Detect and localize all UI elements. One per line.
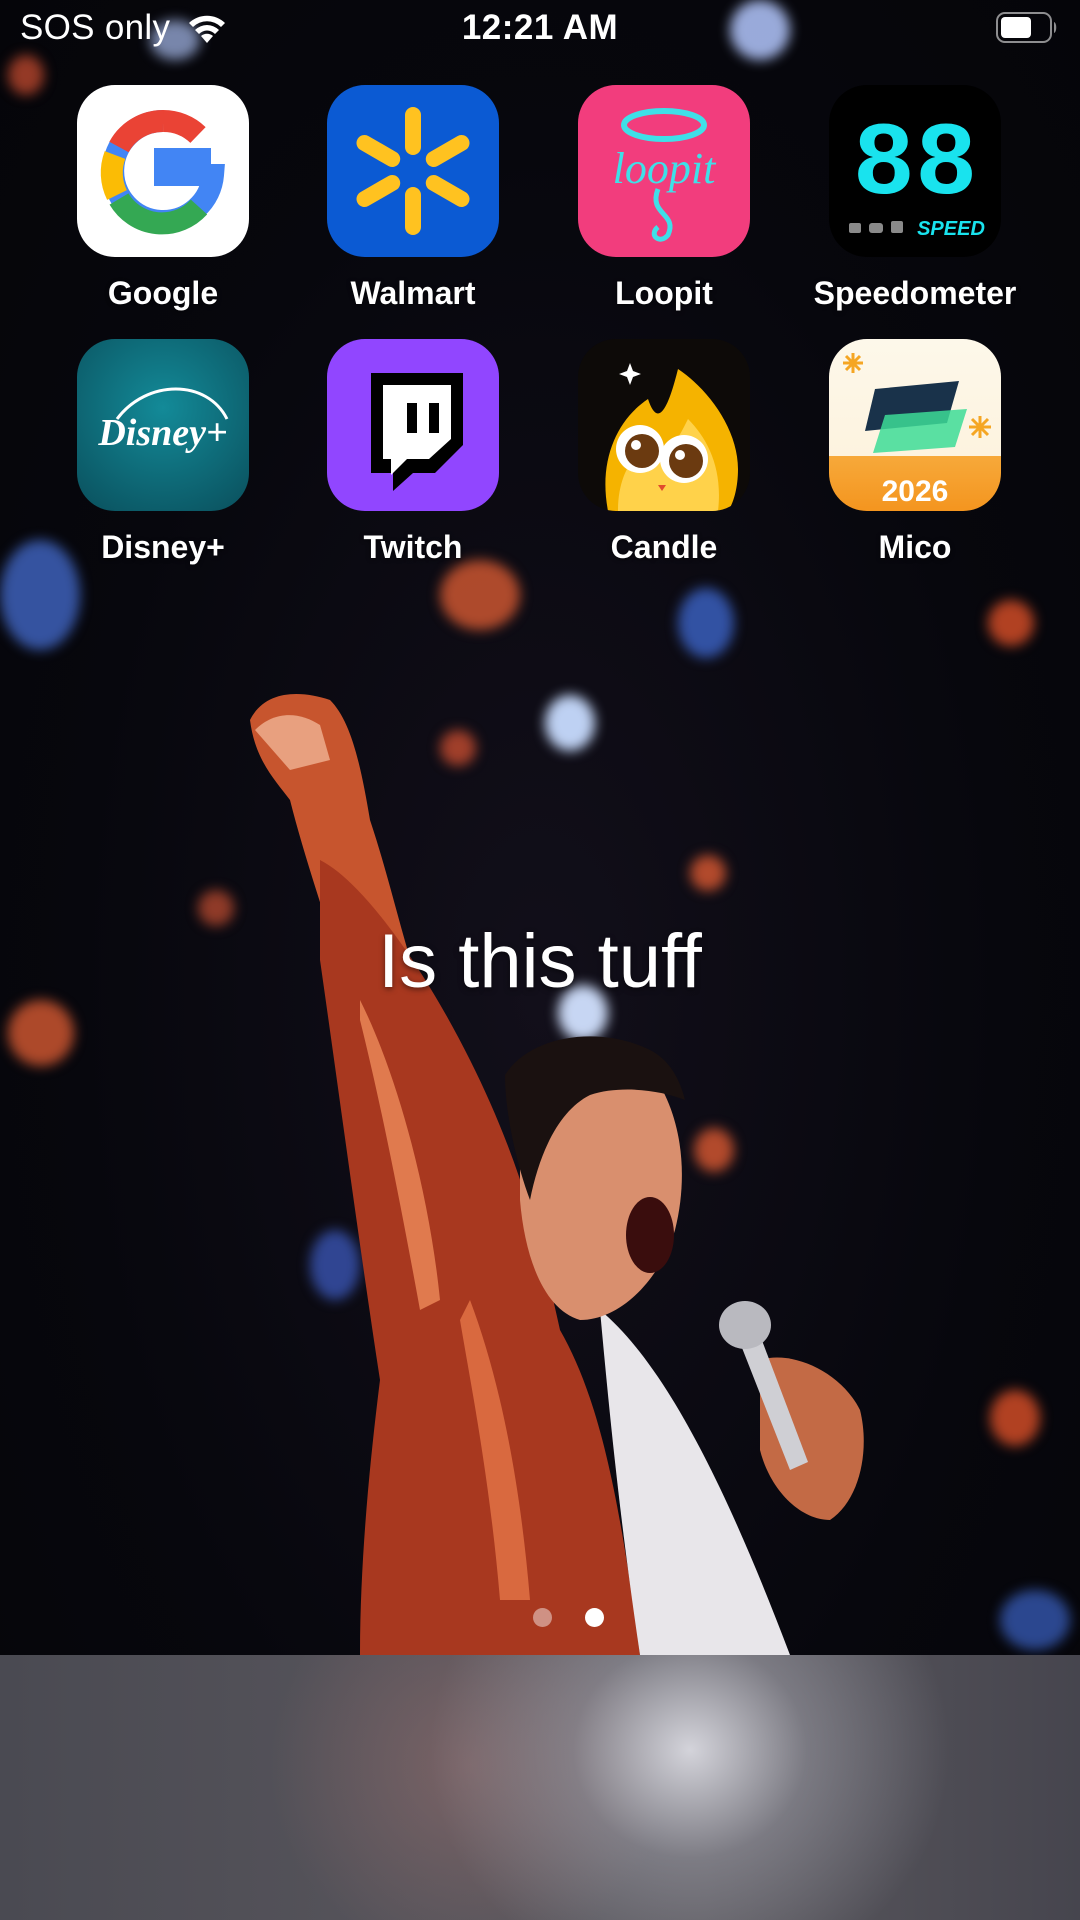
speedometer-icon[interactable]: 88 SPEED — [829, 85, 1001, 257]
dock — [0, 1655, 1080, 1920]
app-google[interactable]: Google — [38, 85, 288, 312]
app-disney-plus[interactable]: Disney+ Disney+ — [38, 339, 288, 566]
mico-icon[interactable]: 2026 — [829, 339, 1001, 511]
twitch-icon[interactable] — [327, 339, 499, 511]
page-indicator[interactable] — [0, 1608, 1080, 1628]
app-label: Twitch — [363, 529, 463, 565]
google-icon[interactable] — [77, 85, 249, 257]
wallpaper-caption: Is this tuff — [378, 919, 702, 1004]
app-twitch[interactable]: Twitch — [288, 339, 538, 566]
status-bar: SOS only 12:21 AM — [0, 0, 1080, 60]
app-speedometer[interactable]: 88 SPEED Speedometer — [790, 85, 1040, 312]
app-label: Speedometer — [813, 275, 1017, 311]
app-mico[interactable]: 2026 Mico — [790, 339, 1040, 566]
loopit-icon[interactable]: loopit — [578, 85, 750, 257]
clock: 12:21 AM — [461, 8, 619, 47]
app-label: Candle — [610, 529, 718, 565]
disney-wordmark: Disney+ — [97, 412, 227, 454]
loopit-wordmark: loopit — [613, 144, 717, 193]
app-label: Disney+ — [101, 529, 225, 565]
speed-digits: 88 — [853, 107, 978, 225]
disney-plus-icon[interactable]: Disney+ — [77, 339, 249, 511]
app-label: Loopit — [615, 275, 713, 311]
app-label: Google — [107, 275, 219, 311]
app-walmart[interactable]: Walmart — [288, 85, 538, 312]
page-dot[interactable] — [533, 1608, 552, 1627]
app-label: Walmart — [350, 275, 476, 311]
candle-flame-icon[interactable] — [578, 339, 750, 511]
mico-year: 2026 — [882, 475, 949, 508]
app-label: Mico — [878, 529, 952, 565]
page-dot-active[interactable] — [585, 1608, 604, 1627]
battery-icon — [996, 12, 1057, 43]
app-loopit[interactable]: loopit Loopit — [539, 85, 789, 312]
app-candle[interactable]: Candle — [539, 339, 789, 566]
walmart-spark-icon[interactable] — [327, 85, 499, 257]
speed-word: SPEED — [917, 218, 985, 240]
